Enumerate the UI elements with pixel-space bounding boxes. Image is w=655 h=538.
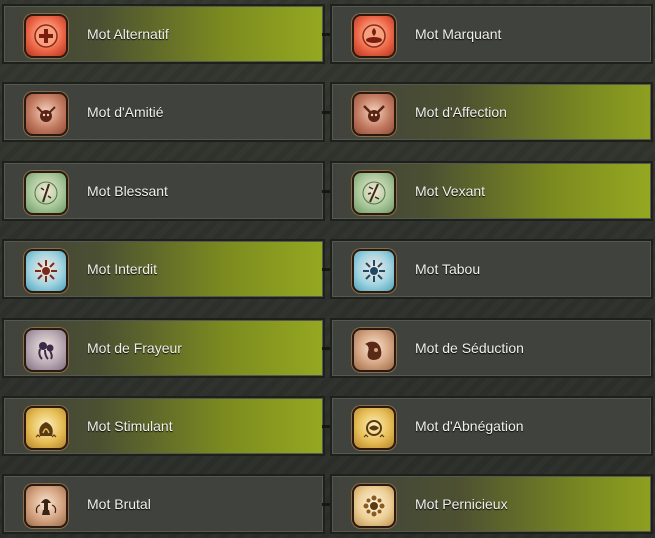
word-card-amitie[interactable]: Mot d'Amitié	[2, 82, 325, 142]
word-row: Mot de Frayeur Mot de Séduction	[0, 318, 655, 380]
word-label: Mot Alternatif	[87, 26, 169, 42]
interdit-icon	[24, 249, 68, 293]
word-card-pernicieux[interactable]: Mot Pernicieux	[330, 474, 653, 534]
frayeur-icon	[24, 328, 68, 372]
word-card-marquant[interactable]: Mot Marquant	[330, 4, 653, 64]
word-card-abnegation[interactable]: Mot d'Abnégation	[330, 396, 653, 456]
word-label: Mot Vexant	[415, 183, 486, 199]
blessant-icon	[24, 171, 68, 215]
word-label: Mot Blessant	[87, 183, 168, 199]
word-card-frayeur[interactable]: Mot de Frayeur	[2, 318, 325, 378]
word-card-vexant[interactable]: Mot Vexant	[330, 161, 653, 221]
word-row: Mot Interdit Mot Tabou	[0, 239, 655, 301]
vexant-icon	[352, 171, 396, 215]
brutal-icon	[24, 484, 68, 528]
word-label: Mot de Frayeur	[87, 340, 182, 356]
word-label: Mot Tabou	[415, 261, 481, 277]
word-label: Mot Stimulant	[87, 418, 173, 434]
word-card-stimulant[interactable]: Mot Stimulant	[2, 396, 325, 456]
marquant-icon	[352, 14, 396, 58]
word-label: Mot d'Amitié	[87, 104, 164, 120]
abnegation-icon	[352, 406, 396, 450]
affection-icon	[352, 92, 396, 136]
word-label: Mot Marquant	[415, 26, 502, 42]
word-card-brutal[interactable]: Mot Brutal	[2, 474, 325, 534]
word-label: Mot d'Affection	[415, 104, 507, 120]
word-card-blessant[interactable]: Mot Blessant	[2, 161, 325, 221]
stimulant-icon	[24, 406, 68, 450]
word-label: Mot Pernicieux	[415, 496, 508, 512]
alternatif-icon	[24, 14, 68, 58]
word-list: Mot Alternatif Mot Marquant Mot d'Amitié…	[0, 0, 655, 538]
pernicieux-icon	[352, 484, 396, 528]
word-card-tabou[interactable]: Mot Tabou	[330, 239, 653, 299]
word-row: Mot Brutal Mot Pernicieux	[0, 474, 655, 536]
word-row: Mot Blessant Mot Vexant	[0, 161, 655, 223]
word-card-interdit[interactable]: Mot Interdit	[2, 239, 325, 299]
tabou-icon	[352, 249, 396, 293]
word-label: Mot d'Abnégation	[415, 418, 524, 434]
word-card-affection[interactable]: Mot d'Affection	[330, 82, 653, 142]
word-row: Mot Stimulant Mot d'Abnégation	[0, 396, 655, 458]
word-row: Mot Alternatif Mot Marquant	[0, 4, 655, 66]
word-label: Mot Interdit	[87, 261, 158, 277]
word-row: Mot d'Amitié Mot d'Affection	[0, 82, 655, 144]
word-label: Mot de Séduction	[415, 340, 524, 356]
word-card-seduction[interactable]: Mot de Séduction	[330, 318, 653, 378]
word-card-alternatif[interactable]: Mot Alternatif	[2, 4, 325, 64]
seduction-icon	[352, 328, 396, 372]
word-label: Mot Brutal	[87, 496, 151, 512]
amitie-icon	[24, 92, 68, 136]
